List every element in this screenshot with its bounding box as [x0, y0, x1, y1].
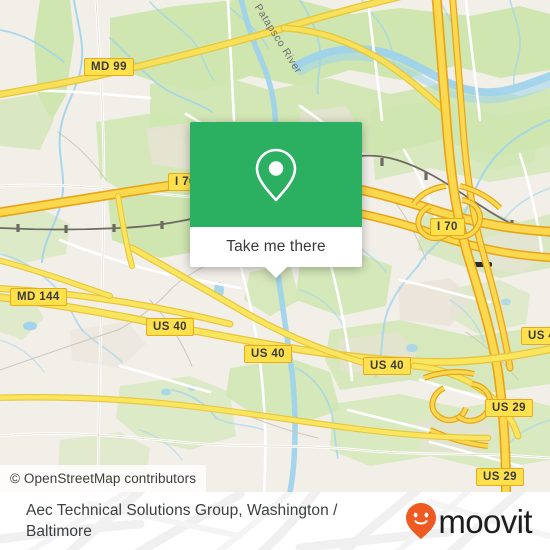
osm-attribution-text: © OpenStreetMap contributors — [10, 471, 197, 486]
moovit-smiley-pin-icon — [406, 503, 437, 539]
place-title: Aec Technical Solutions Group, Washingto… — [26, 502, 338, 540]
popup-icon-area — [190, 122, 362, 227]
moovit-brand-logo[interactable]: moovit — [405, 502, 536, 540]
road-shield-us-29-north[interactable]: US 29 — [485, 399, 533, 417]
road-shield-i-70-east[interactable]: I 70 — [430, 218, 465, 236]
map-canvas[interactable]: MD 99 I 70 I 70 MD 144 US 40 US 40 US 40… — [0, 0, 550, 492]
road-shield-us-40-west[interactable]: US 40 — [146, 318, 194, 336]
popup-pointer-tail — [265, 267, 287, 278]
take-me-there-label: Take me there — [226, 238, 326, 255]
popup-action-area[interactable]: Take me there — [190, 227, 362, 267]
moovit-wordmark: moovit — [438, 502, 532, 540]
road-shield-us-40-center[interactable]: US 40 — [244, 345, 292, 363]
page-footer: Aec Technical Solutions Group, Washingto… — [0, 492, 550, 550]
osm-attribution[interactable]: © OpenStreetMap contributors — [0, 465, 207, 492]
road-shield-us-29-south[interactable]: US 29 — [476, 468, 524, 486]
road-shield-us-40-far-east[interactable]: US 40 — [521, 327, 550, 345]
moovit-map-page: MD 99 I 70 I 70 MD 144 US 40 US 40 US 40… — [0, 0, 550, 550]
map-pin-icon — [255, 148, 297, 201]
road-shield-md-99[interactable]: MD 99 — [84, 58, 134, 76]
road-shield-md-144[interactable]: MD 144 — [10, 288, 67, 306]
road-shield-us-40-east[interactable]: US 40 — [363, 357, 411, 375]
destination-popup-card[interactable]: Take me there — [190, 122, 362, 278]
